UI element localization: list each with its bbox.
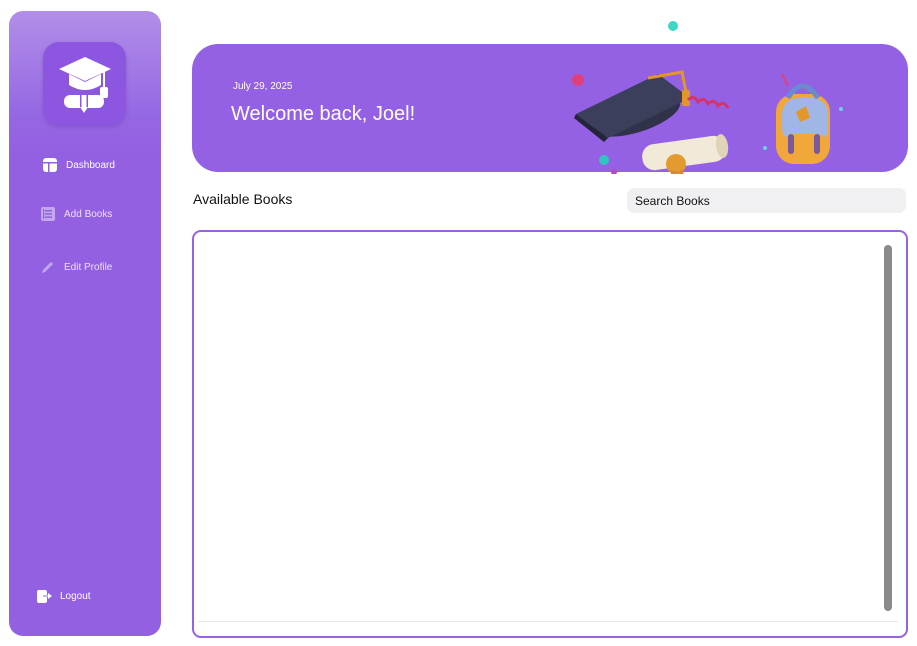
- dashboard-icon: [42, 157, 58, 173]
- sidebar-item-edit-profile[interactable]: Edit Profile: [40, 259, 112, 275]
- search-books-input[interactable]: [627, 188, 906, 213]
- books-list-scrollbar[interactable]: [884, 245, 892, 611]
- graduation-illustration-icon: [572, 21, 843, 174]
- app-logo: [43, 42, 126, 125]
- logout-icon: [36, 588, 52, 604]
- books-list-content: [198, 236, 898, 622]
- graduation-cap-icon: [58, 56, 111, 113]
- logout-label: Logout: [60, 590, 91, 602]
- sidebar-item-label: Edit Profile: [64, 261, 113, 273]
- welcome-heading: Welcome back, Joel!: [231, 103, 416, 125]
- sidebar-item-label: Add Books: [64, 208, 113, 220]
- sidebar-item-dashboard[interactable]: Dashboard: [42, 157, 115, 173]
- books-list[interactable]: [192, 230, 908, 638]
- app-window: Dashboard Add Books Edit Profile Logout …: [0, 0, 917, 646]
- sidebar-item-label: Dashboard: [66, 159, 115, 171]
- pencil-icon: [40, 259, 56, 275]
- sidebar: Dashboard Add Books Edit Profile Logout: [9, 11, 161, 636]
- book-list-icon: [40, 206, 56, 222]
- logout-button[interactable]: Logout: [36, 588, 91, 604]
- available-books-heading: Available Books: [193, 191, 293, 207]
- welcome-banner: July 29, 2025 Welcome back, Joel!: [192, 21, 908, 174]
- sidebar-item-add-books[interactable]: Add Books: [40, 206, 112, 222]
- banner-date: July 29, 2025: [233, 81, 293, 92]
